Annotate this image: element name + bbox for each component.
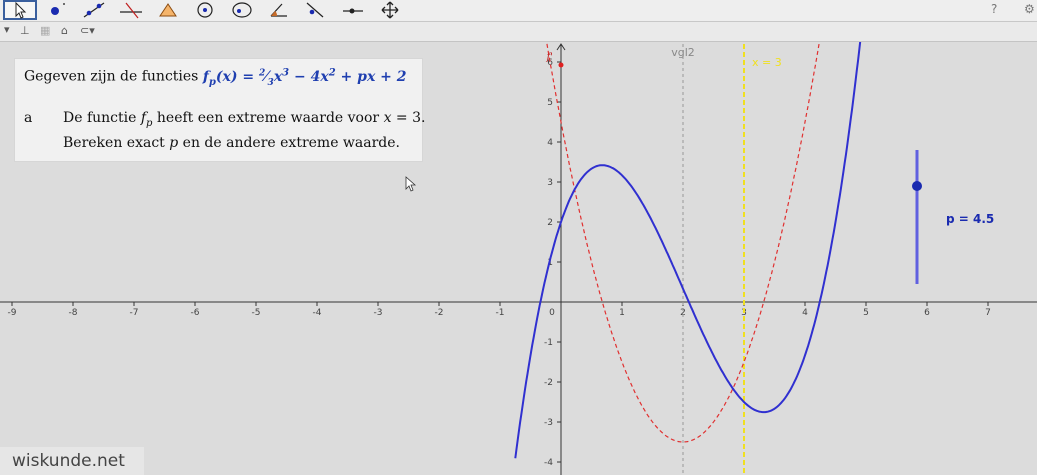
x-tick-label: -4 bbox=[313, 308, 322, 318]
x3-label: x = 3 bbox=[752, 56, 782, 69]
y-tick-label: -3 bbox=[544, 418, 553, 428]
line-through-two-points-icon[interactable] bbox=[77, 0, 111, 20]
circle-with-center-icon[interactable] bbox=[188, 0, 222, 20]
x-tick-label: -7 bbox=[130, 308, 139, 318]
item-letter: a bbox=[24, 110, 33, 126]
derivative-point bbox=[558, 62, 564, 68]
move-arrow-icon[interactable] bbox=[3, 0, 37, 20]
perpendicular-line-icon[interactable] bbox=[114, 0, 148, 20]
x-tick-label: 1 bbox=[619, 308, 625, 318]
move-graphics-view-icon[interactable] bbox=[373, 0, 407, 20]
y-tick-label: -2 bbox=[544, 378, 553, 388]
point-capture-icon[interactable]: ⊂▾ bbox=[80, 24, 95, 37]
watermark: wiskunde.net bbox=[0, 447, 144, 475]
home-icon[interactable]: ⌂ bbox=[61, 24, 68, 37]
function-formula: fp(x) = 2⁄3x3 − 4x2 + px + 2 bbox=[202, 67, 407, 88]
graphics-view-style-bar: ▾ ⊥ ▦ ⌂ ⊂▾ bbox=[0, 22, 1037, 42]
y-tick-label: -4 bbox=[544, 458, 553, 468]
grid-toggle-icon[interactable]: ▦ bbox=[40, 24, 50, 37]
polygon-icon[interactable] bbox=[151, 0, 185, 20]
function-curve bbox=[514, 42, 862, 459]
y-tick-label: 3 bbox=[547, 178, 553, 188]
slider-knob bbox=[912, 181, 922, 191]
x-tick-label: 0 bbox=[549, 308, 555, 318]
x-tick-label: 6 bbox=[924, 308, 930, 318]
x-tick-label: -9 bbox=[8, 308, 17, 318]
item-line-2: Bereken exact p en de andere extreme waa… bbox=[63, 135, 401, 151]
help-icon[interactable]: ? bbox=[991, 2, 997, 16]
intro-text: Gegeven zijn de functies bbox=[24, 68, 199, 85]
x-tick-label: -2 bbox=[435, 308, 444, 318]
x-tick-label: -5 bbox=[252, 308, 261, 318]
x-tick-label: 4 bbox=[802, 308, 808, 318]
dropdown-arrow-icon[interactable]: ▾ bbox=[4, 23, 10, 36]
item-line-1: De functie fp heeft een extreme waarde v… bbox=[63, 110, 426, 129]
mouse-cursor-icon bbox=[405, 176, 417, 192]
angle-icon[interactable] bbox=[262, 0, 296, 20]
x-tick-label: -6 bbox=[191, 308, 200, 318]
x-tick-label: -1 bbox=[496, 308, 505, 318]
reflect-about-line-icon[interactable] bbox=[299, 0, 333, 20]
x-tick-label: 7 bbox=[985, 308, 991, 318]
toolbar: ? ⚙ bbox=[0, 0, 1037, 22]
axes-toggle-icon[interactable]: ⊥ bbox=[20, 24, 30, 37]
y-tick-label: 4 bbox=[547, 138, 553, 148]
y-tick-label: 5 bbox=[547, 98, 553, 108]
slider-label: p = 4.5 bbox=[946, 212, 995, 226]
y-tick-label: 2 bbox=[547, 218, 553, 228]
vgl2-label: vgl2 bbox=[671, 46, 695, 59]
gear-icon[interactable]: ⚙ bbox=[1024, 2, 1035, 16]
x-tick-label: -3 bbox=[374, 308, 383, 318]
derivative-label: f' bbox=[546, 52, 553, 63]
new-point-icon[interactable] bbox=[40, 0, 74, 20]
task-text-box: Gegeven zijn de functies fp(x) = 2⁄3x3 −… bbox=[14, 58, 426, 162]
x-tick-label: 5 bbox=[863, 308, 869, 318]
ellipse-icon[interactable] bbox=[225, 0, 259, 20]
curves bbox=[514, 42, 862, 459]
slider-icon[interactable] bbox=[336, 0, 370, 20]
x-tick-label: -8 bbox=[69, 308, 78, 318]
y-tick-label: -1 bbox=[544, 338, 553, 348]
